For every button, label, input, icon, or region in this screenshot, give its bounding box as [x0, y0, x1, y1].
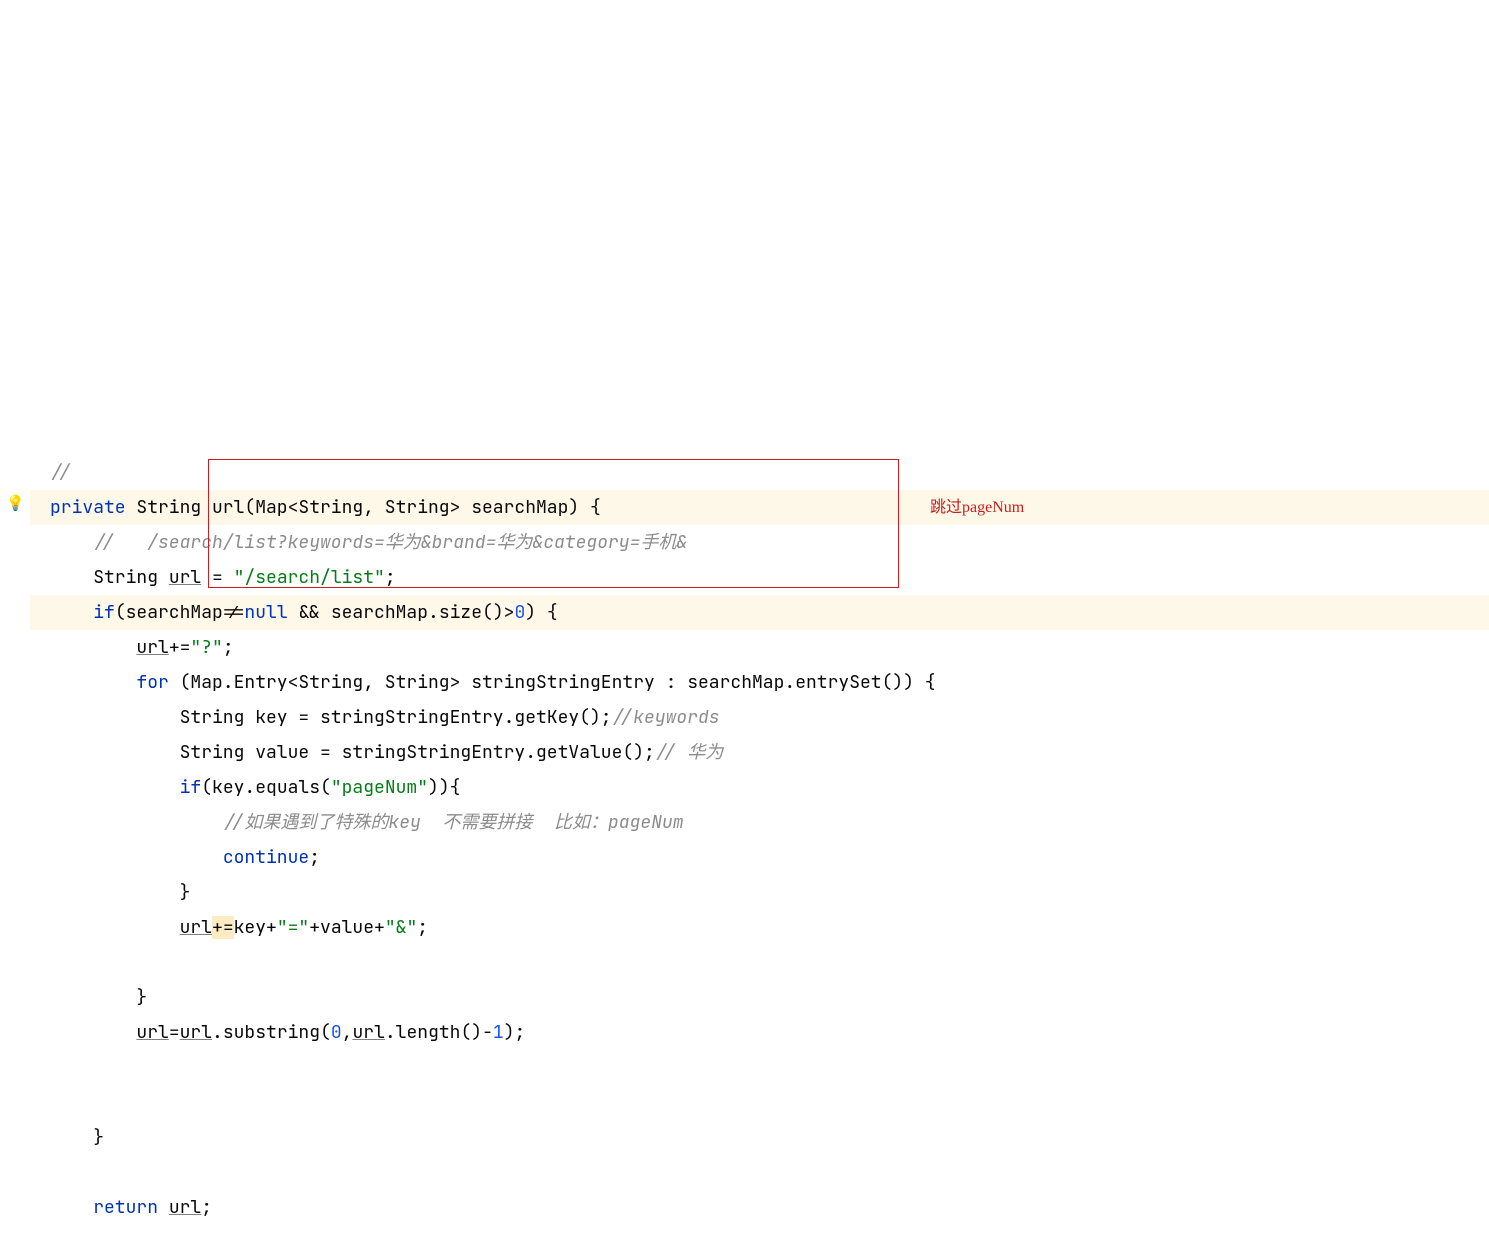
code-text: ;	[201, 1196, 212, 1219]
variable: url	[180, 1021, 212, 1044]
code-text: (Map.Entry<String, String> stringStringE…	[169, 671, 936, 694]
keyword: continue	[223, 846, 309, 869]
code-text: );	[504, 1021, 526, 1044]
variable: url	[180, 916, 212, 939]
code-text: String key = stringStringEntry.getKey();	[180, 706, 612, 729]
number: 0	[514, 601, 525, 624]
code-text: .substring(	[212, 1021, 331, 1044]
code-text: ;	[223, 636, 234, 659]
code-text: ;	[417, 916, 428, 939]
code-text: }	[93, 1126, 104, 1149]
code-text: }	[136, 986, 147, 1009]
code-text: )){	[428, 776, 460, 799]
code-text: ,	[342, 1021, 353, 1044]
keyword: null	[244, 601, 287, 624]
keyword: if	[180, 776, 202, 799]
code-text	[158, 1196, 169, 1219]
code-text: String url(Map<String, String> searchMap…	[126, 496, 601, 519]
code-text: String	[93, 566, 169, 589]
editor-gutter: 💡	[0, 140, 30, 937]
variable: url	[136, 636, 168, 659]
keyword: if	[93, 601, 115, 624]
code-text: ;	[309, 846, 320, 869]
highlighted-text: +=	[212, 916, 234, 939]
code-text: +value+	[309, 916, 385, 939]
code-text: (searchMap!=	[115, 601, 245, 624]
number: 1	[493, 1021, 504, 1044]
number: 0	[331, 1021, 342, 1044]
variable: url	[136, 1021, 168, 1044]
string: "&"	[385, 916, 417, 939]
keyword: return	[93, 1196, 158, 1219]
keyword: private	[50, 496, 126, 519]
code-text: }	[180, 881, 191, 904]
comment: //如果遇到了特殊的key 不需要拼接 比如：pageNum	[223, 811, 684, 834]
annotation-text: 跳过pageNum	[930, 490, 1024, 525]
code-text: ) {	[525, 601, 557, 624]
variable: url	[169, 1196, 201, 1219]
code-text: && searchMap.size()>	[288, 601, 515, 624]
code-text: +=	[169, 636, 191, 659]
string: "/search/list"	[234, 566, 385, 589]
code-text: =	[169, 1021, 180, 1044]
code-text: =	[201, 566, 233, 589]
code-text: .length()-	[385, 1021, 493, 1044]
code-text: ;	[385, 566, 396, 589]
comment: // /search/list?keywords=华为&brand=华为&cat…	[93, 531, 687, 554]
variable: url	[169, 566, 201, 589]
code-editor[interactable]: 💡 跳过pageNum // private String url(Map<Str…	[0, 140, 1489, 937]
code-content[interactable]: // private String url(Map<String, String>…	[30, 455, 1489, 1225]
code-text: key+	[234, 916, 277, 939]
variable: url	[352, 1021, 384, 1044]
code-text: (key.equals(	[201, 776, 331, 799]
string: "pageNum"	[331, 776, 428, 799]
string: "?"	[190, 636, 222, 659]
comment: // 华为	[655, 741, 723, 764]
code-text: String value = stringStringEntry.getValu…	[180, 741, 655, 764]
comment: //keywords	[612, 706, 720, 729]
lightbulb-icon[interactable]: 💡	[6, 495, 22, 511]
comment: //	[50, 461, 72, 484]
keyword: for	[136, 671, 168, 694]
string: "="	[277, 916, 309, 939]
